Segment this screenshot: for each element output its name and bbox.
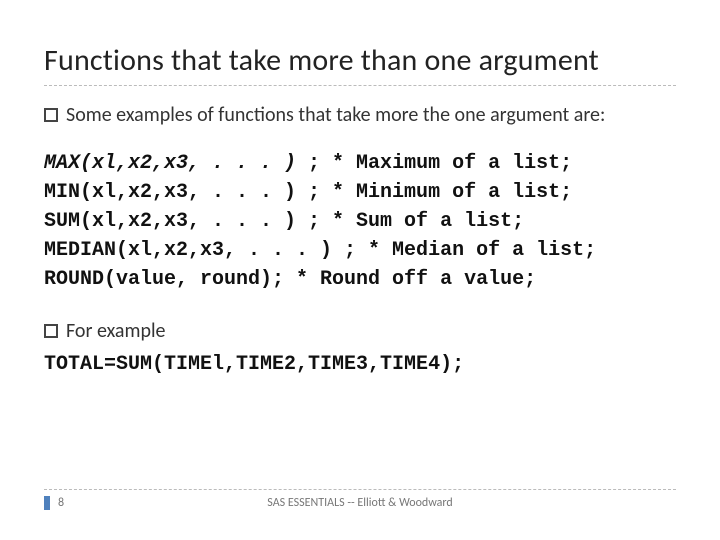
bullet-intro: Some examples of functions that take mor… (44, 102, 676, 129)
code-median: MEDIAN(xl,x2,x3, . . . ) ; * Median of a… (44, 239, 596, 262)
code-block-example: TOTAL=SUM(TIMEl,TIME2,TIME3,TIME4); (44, 351, 676, 379)
code-max-fn: MAX(xl,x2,x3, . . . ) (44, 152, 296, 175)
code-round: ROUND(value, round); * Round off a value… (44, 268, 536, 291)
square-bullet-icon (44, 324, 58, 338)
code-max-rest: ; * Maximum of a list; (296, 152, 572, 175)
bullet-for-example: For example (44, 318, 676, 345)
bullet-intro-text: Some examples of functions that take mor… (66, 102, 676, 129)
title-divider (44, 85, 676, 86)
footer-divider (44, 489, 676, 490)
page-number: 8 (58, 496, 64, 510)
bullet-for-example-text: For example (66, 318, 676, 345)
code-block-functions: MAX(xl,x2,x3, . . . ) ; * Maximum of a l… (44, 149, 676, 294)
page-accent-icon (44, 496, 50, 510)
slide: Functions that take more than one argume… (0, 0, 720, 540)
page-title: Functions that take more than one argume… (44, 44, 676, 77)
code-sum: SUM(xl,x2,x3, . . . ) ; * Sum of a list; (44, 210, 524, 233)
square-bullet-icon (44, 108, 58, 122)
code-min: MIN(xl,x2,x3, . . . ) ; * Minimum of a l… (44, 181, 572, 204)
footer: 8 SAS ESSENTIALS -- Elliott & Woodward (44, 489, 676, 510)
footer-text: SAS ESSENTIALS -- Elliott & Woodward (267, 496, 452, 510)
footer-row: 8 SAS ESSENTIALS -- Elliott & Woodward (44, 496, 676, 510)
